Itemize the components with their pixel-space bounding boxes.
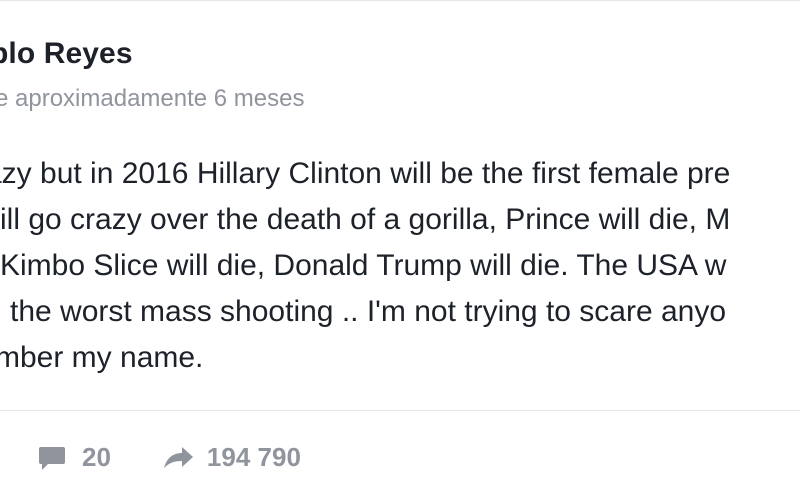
post-text: azy but in 2016 Hillary Clinton will be … (0, 151, 800, 381)
post-card: blo Reyes e aproximadamente 6 meses azy … (0, 0, 800, 503)
share-count: 194 790 (206, 441, 301, 472)
share-arrow-icon (161, 441, 195, 473)
post-text-line: Kimbo Slice will die, Donald Trump will … (0, 249, 727, 282)
post-text-line: vill go crazy over the death of a gorill… (0, 203, 731, 236)
post-timestamp[interactable]: e aproximadamente 6 meses (0, 85, 305, 113)
post-text-line: azy but in 2016 Hillary Clinton will be … (0, 157, 731, 190)
comment-button[interactable]: 20 (36, 441, 111, 473)
post-text-line: mber my name. (0, 341, 204, 374)
post-text-line: the worst mass shooting .. I'm not tryin… (10, 295, 727, 328)
post-actions-bar: 20 194 790 (36, 439, 301, 475)
comment-count: 20 (82, 441, 111, 472)
divider (0, 410, 800, 411)
author-name[interactable]: blo Reyes (0, 37, 133, 71)
share-button[interactable]: 194 790 (161, 441, 301, 473)
comment-bubble-icon (36, 441, 68, 473)
